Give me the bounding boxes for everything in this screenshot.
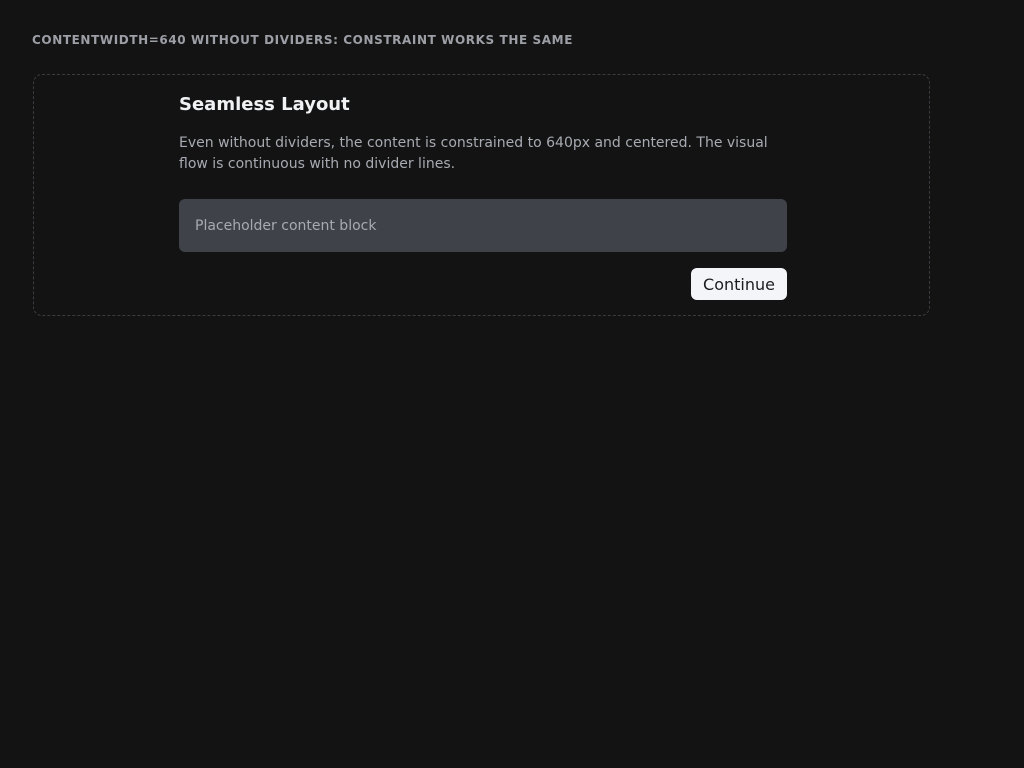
demo-frame: Seamless Layout Even without dividers, t… <box>33 74 930 316</box>
continue-button[interactable]: Continue <box>691 268 787 300</box>
card-title: Seamless Layout <box>179 94 350 115</box>
placeholder-text: Placeholder content block <box>195 217 377 234</box>
card-description: Even without dividers, the content is co… <box>179 135 768 172</box>
section-label: CONTENTWIDTH=640 WITHOUT DIVIDERS: CONST… <box>32 33 574 47</box>
placeholder-content-block: Placeholder content block <box>179 199 787 252</box>
